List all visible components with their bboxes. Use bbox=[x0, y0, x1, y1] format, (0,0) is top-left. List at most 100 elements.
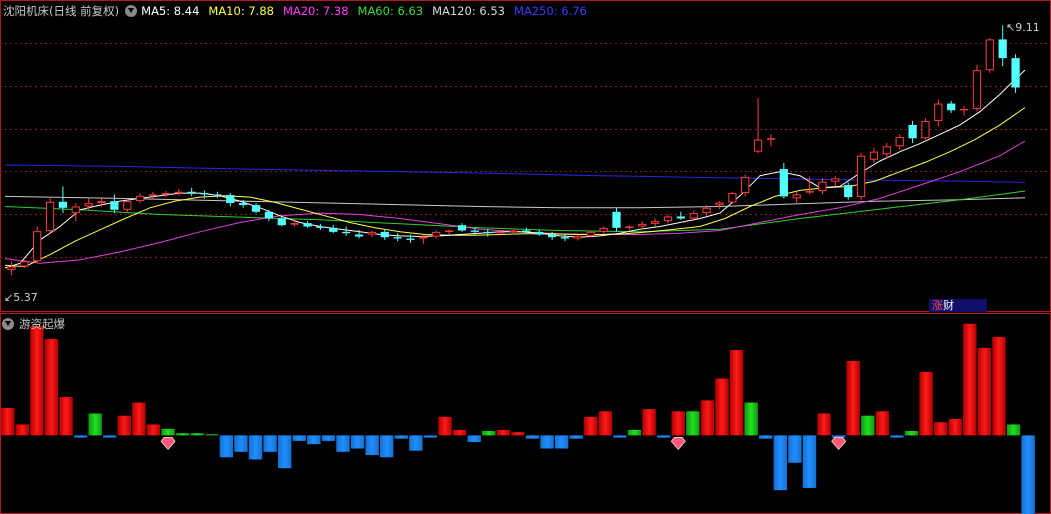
indicator-bar bbox=[423, 435, 438, 438]
indicator-bar bbox=[380, 435, 394, 458]
candle-body-down bbox=[406, 238, 415, 240]
candle-body-down bbox=[470, 230, 479, 232]
indicator-bar bbox=[715, 378, 729, 436]
candle-body-down bbox=[213, 194, 222, 196]
candle-body-up bbox=[586, 231, 595, 236]
candle-body-down bbox=[264, 211, 274, 219]
candle-body-down bbox=[535, 231, 544, 235]
candle-body-down bbox=[908, 124, 917, 139]
indicator-bar bbox=[613, 435, 627, 438]
main-border bbox=[0, 0, 1051, 312]
indicator-bar bbox=[642, 409, 656, 436]
indicator-bar bbox=[904, 431, 919, 436]
candle-body-up bbox=[432, 231, 441, 237]
candle-body-down bbox=[239, 203, 248, 206]
ma10-label: MA10: 7.88 bbox=[208, 4, 274, 18]
indicator-bar bbox=[948, 418, 962, 436]
indicator-bar bbox=[686, 411, 700, 436]
indicator-bar-chart[interactable] bbox=[0, 313, 1051, 514]
indicator-bar bbox=[598, 411, 613, 436]
indicator-bar bbox=[467, 435, 481, 442]
main-header: 沈阳机床(日线 前复权) MA5: 8.44 MA10: 7.88 MA20: … bbox=[0, 0, 596, 22]
candle-body-up bbox=[161, 193, 171, 195]
candle-body-down bbox=[342, 231, 351, 234]
sub-border bbox=[0, 313, 1051, 514]
indicator-bar bbox=[482, 431, 496, 436]
indicator-bar bbox=[1006, 424, 1021, 436]
candle-body-down bbox=[457, 225, 467, 231]
indicator-bar bbox=[802, 435, 817, 488]
candle-body-up bbox=[174, 191, 183, 194]
indicator-title: 游资起爆 bbox=[19, 317, 65, 331]
indicator-bar bbox=[73, 435, 88, 438]
indicator-bar bbox=[759, 435, 773, 439]
indicator-bar bbox=[511, 432, 525, 436]
candle-body-up bbox=[753, 139, 763, 152]
indicator-bar bbox=[788, 435, 802, 463]
candle-body-up bbox=[84, 203, 93, 207]
indicator-bar bbox=[554, 435, 569, 449]
ma250-line bbox=[4, 164, 1026, 183]
chevron-down-icon[interactable] bbox=[2, 318, 14, 330]
candlestick-chart[interactable] bbox=[0, 0, 1051, 312]
candle-body-up bbox=[741, 177, 750, 194]
candle-body-down bbox=[393, 237, 402, 239]
candle-body-down bbox=[200, 193, 209, 195]
candle-body-up bbox=[7, 266, 16, 270]
gem-icon bbox=[670, 436, 686, 450]
candle-body-down bbox=[187, 191, 196, 194]
candle-body-down bbox=[844, 185, 853, 198]
candle-body-up bbox=[882, 146, 891, 155]
candle-body-down bbox=[612, 211, 621, 228]
main-price-panel[interactable]: 沈阳机床(日线 前复权) MA5: 8.44 MA10: 7.88 MA20: … bbox=[0, 0, 1051, 312]
candle-body-down bbox=[947, 103, 956, 111]
candle-body-up bbox=[496, 231, 505, 234]
candle-body-down bbox=[316, 226, 325, 228]
candle-body-down bbox=[548, 234, 557, 238]
candle-body-up bbox=[921, 120, 930, 139]
ma60-label: MA60: 6.63 bbox=[357, 4, 424, 18]
indicator-bar bbox=[161, 428, 175, 436]
indicator-bar bbox=[1, 408, 15, 436]
badge-text-1: 涨 bbox=[932, 299, 943, 312]
candle-body-up bbox=[831, 178, 840, 182]
candle-body-up bbox=[20, 261, 29, 267]
candle-body-up bbox=[805, 191, 814, 193]
indicator-bar bbox=[263, 435, 277, 452]
indicator-bar bbox=[933, 422, 948, 436]
indicator-bar bbox=[205, 434, 219, 436]
candle-body-down bbox=[1011, 58, 1020, 88]
candle-body-up bbox=[71, 206, 80, 214]
indicator-bar bbox=[890, 435, 904, 438]
indicator-bar bbox=[700, 400, 715, 436]
chevron-down-icon[interactable] bbox=[125, 5, 138, 17]
gem-icon bbox=[160, 436, 176, 450]
indicator-bar bbox=[248, 435, 263, 460]
indicator-bar bbox=[44, 339, 59, 436]
indicator-panel[interactable]: 游资起爆 bbox=[0, 313, 1051, 514]
candle-body-up bbox=[419, 236, 428, 239]
indicator-bar bbox=[919, 371, 933, 436]
ma20-label: MA20: 7.38 bbox=[282, 4, 349, 18]
candle-body-up bbox=[625, 226, 634, 228]
indicator-bar bbox=[30, 325, 44, 436]
candle-body-up bbox=[715, 202, 724, 206]
indicator-bar bbox=[875, 411, 890, 436]
indicator-bar bbox=[146, 424, 161, 436]
indicator-bar bbox=[88, 413, 102, 436]
indicator-bar bbox=[540, 435, 554, 449]
candle-body-down bbox=[676, 216, 685, 219]
high-price-label: ↖9.11 bbox=[1006, 21, 1040, 34]
indicator-bar bbox=[365, 435, 379, 456]
candle-body-up bbox=[599, 227, 608, 232]
gem-icon bbox=[831, 436, 847, 450]
candle-body-up bbox=[650, 221, 660, 224]
ma5-label: MA5: 8.44 bbox=[141, 4, 200, 18]
indicator-bar bbox=[525, 435, 540, 439]
zhangcai-badge[interactable]: 涨财 bbox=[929, 299, 987, 312]
indicator-bar bbox=[963, 323, 977, 436]
indicator-bar bbox=[234, 435, 248, 452]
candle-body-up bbox=[148, 194, 158, 196]
candle-body-down bbox=[226, 195, 235, 204]
high-price-value: 9.11 bbox=[1015, 21, 1040, 34]
